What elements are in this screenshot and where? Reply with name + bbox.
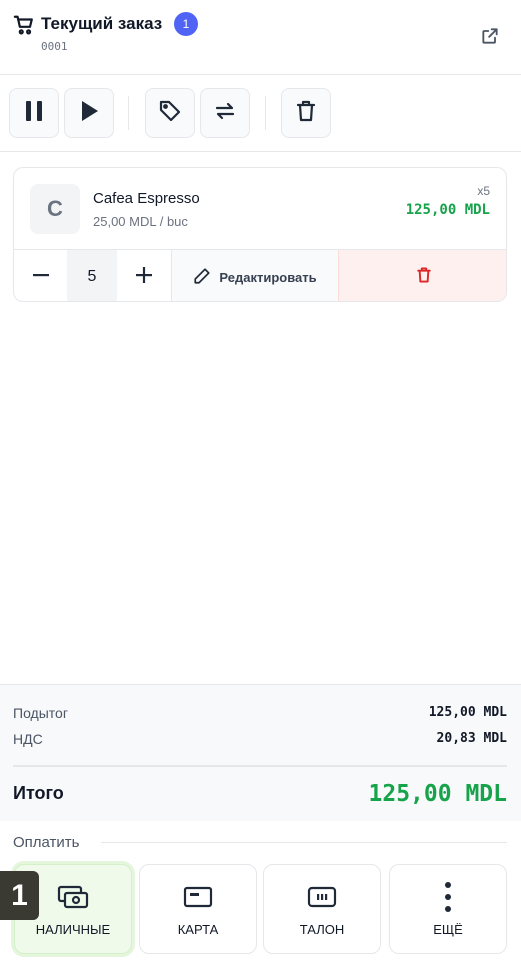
card-icon (140, 883, 256, 911)
order-toolbar (0, 75, 521, 152)
toolbar-divider (265, 96, 266, 130)
external-link-icon (480, 26, 500, 51)
toolbar-divider (128, 96, 129, 130)
pause-button[interactable] (9, 88, 59, 138)
voucher-icon (264, 883, 380, 911)
play-icon (78, 99, 100, 128)
total-label: Итого (13, 783, 64, 803)
discount-button[interactable] (145, 88, 195, 138)
order-header: Текущий заказ 1 0001 (0, 0, 521, 75)
subtotal-value: 125,00 MDL (428, 705, 507, 720)
trash-icon (295, 99, 317, 128)
clear-order-button[interactable] (281, 88, 331, 138)
pay-voucher-button[interactable]: ТАЛОН (263, 864, 381, 954)
item-name: Cafea Espresso (93, 190, 200, 207)
item-unit-price: 25,00 MDL / buc (93, 214, 188, 229)
subtotal-label: Подытог (13, 705, 68, 721)
order-item[interactable]: C Cafea Espresso 25,00 MDL / buc x5 125,… (13, 167, 507, 302)
open-external-button[interactable] (476, 24, 504, 52)
decrease-quantity-button[interactable] (14, 250, 67, 301)
hotkey-indicator: 1 (0, 871, 39, 920)
page-title: Текущий заказ (41, 14, 163, 33)
pay-card-label: КАРТА (177, 922, 219, 937)
total-value: 125,00 MDL (368, 781, 507, 807)
swap-icon (213, 99, 237, 128)
play-button[interactable] (64, 88, 114, 138)
order-summary: Подытог 125,00 MDL НДС 20,83 MDL Итого 1… (0, 684, 521, 821)
pause-icon (23, 99, 45, 128)
vat-label: НДС (13, 731, 43, 747)
vat-value: 20,83 MDL (436, 731, 507, 746)
pay-voucher-label: ТАЛОН (299, 922, 345, 937)
item-avatar: C (30, 184, 80, 234)
trash-icon (416, 266, 432, 289)
order-number: 0001 (41, 40, 68, 53)
payment-divider (101, 842, 507, 843)
summary-divider (13, 765, 507, 767)
pencil-icon (193, 267, 211, 288)
more-payment-label: ЕЩЁ (433, 922, 463, 937)
minus-icon (32, 266, 50, 289)
quantity-input[interactable]: 5 (67, 250, 117, 301)
pay-card-button[interactable]: КАРТА (139, 864, 257, 954)
item-controls: 5 Редактировать (14, 249, 506, 301)
pay-cash-label: НАЛИЧНЫЕ (35, 922, 111, 937)
item-count-badge: 1 (174, 12, 198, 36)
item-total: 125,00 MDL (405, 202, 490, 218)
edit-item-button[interactable]: Редактировать (171, 250, 338, 301)
more-icon (390, 881, 506, 913)
item-quantity-label: x5 (477, 184, 490, 198)
more-payment-button[interactable]: ЕЩЁ (389, 864, 507, 954)
payment-section-label: Оплатить (13, 834, 80, 851)
increase-quantity-button[interactable] (117, 250, 171, 301)
cart-icon (13, 14, 35, 36)
edit-item-label: Редактировать (219, 269, 317, 285)
delete-item-button[interactable] (338, 250, 506, 301)
tag-icon (158, 99, 182, 128)
plus-icon (135, 266, 153, 289)
transfer-button[interactable] (200, 88, 250, 138)
